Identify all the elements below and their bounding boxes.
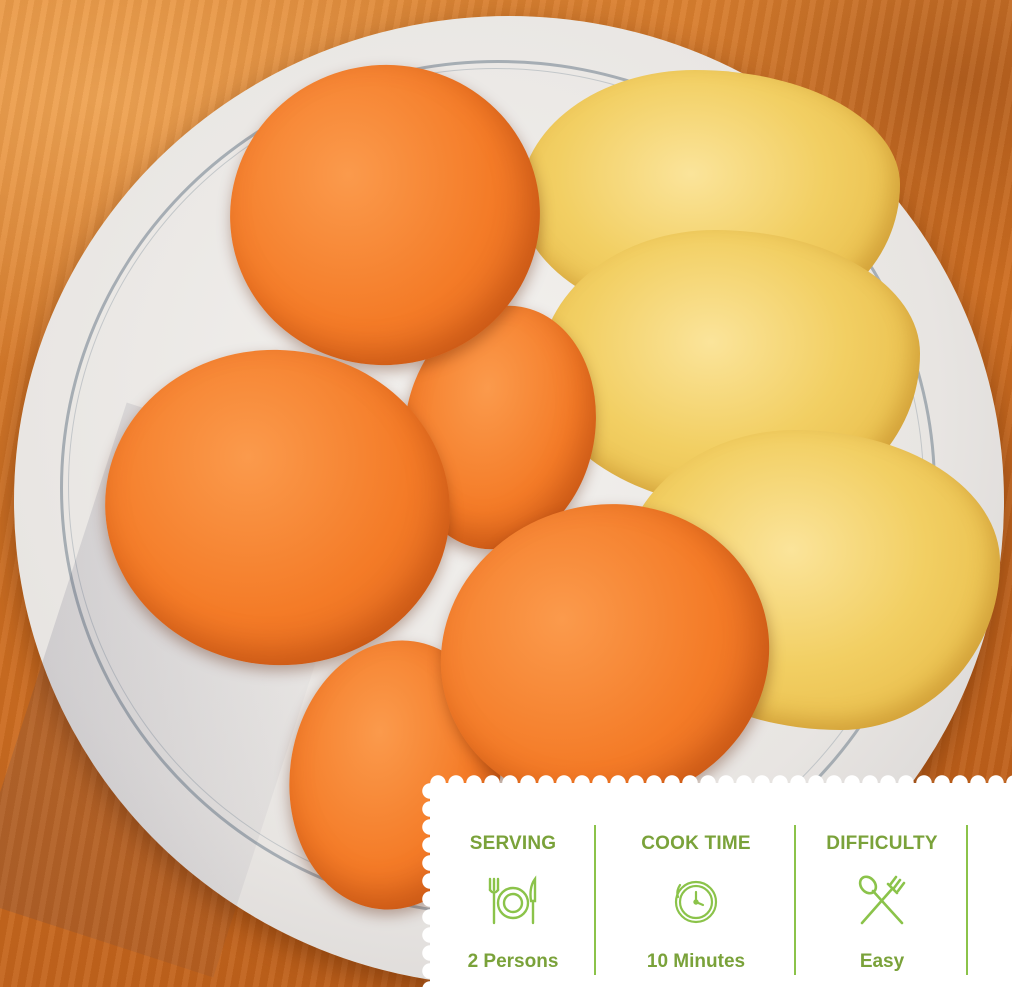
plate-cutlery-icon [488,875,537,925]
cook-time-value: 10 Minutes [646,951,746,972]
difficulty-value: Easy [859,951,905,972]
cook-time-info: COOK TIME 10 Minutes [596,783,796,987]
serving-label: SERVING [469,833,557,854]
crossed-fork-spoon-icon [858,875,906,925]
difficulty-info: DIFFICULTY Easy [796,783,968,987]
cook-time-label: COOK TIME [641,833,751,854]
clock-icon [674,880,718,924]
difficulty-label: DIFFICULTY [826,833,938,854]
serving-value: 2 Persons [467,951,559,972]
serving-info: SERVING 2 Persons [430,783,596,987]
recipe-info: SERVING 2 Persons COOK TIME 10 Minutes D… [430,783,1012,987]
card-overflow [968,783,1012,987]
